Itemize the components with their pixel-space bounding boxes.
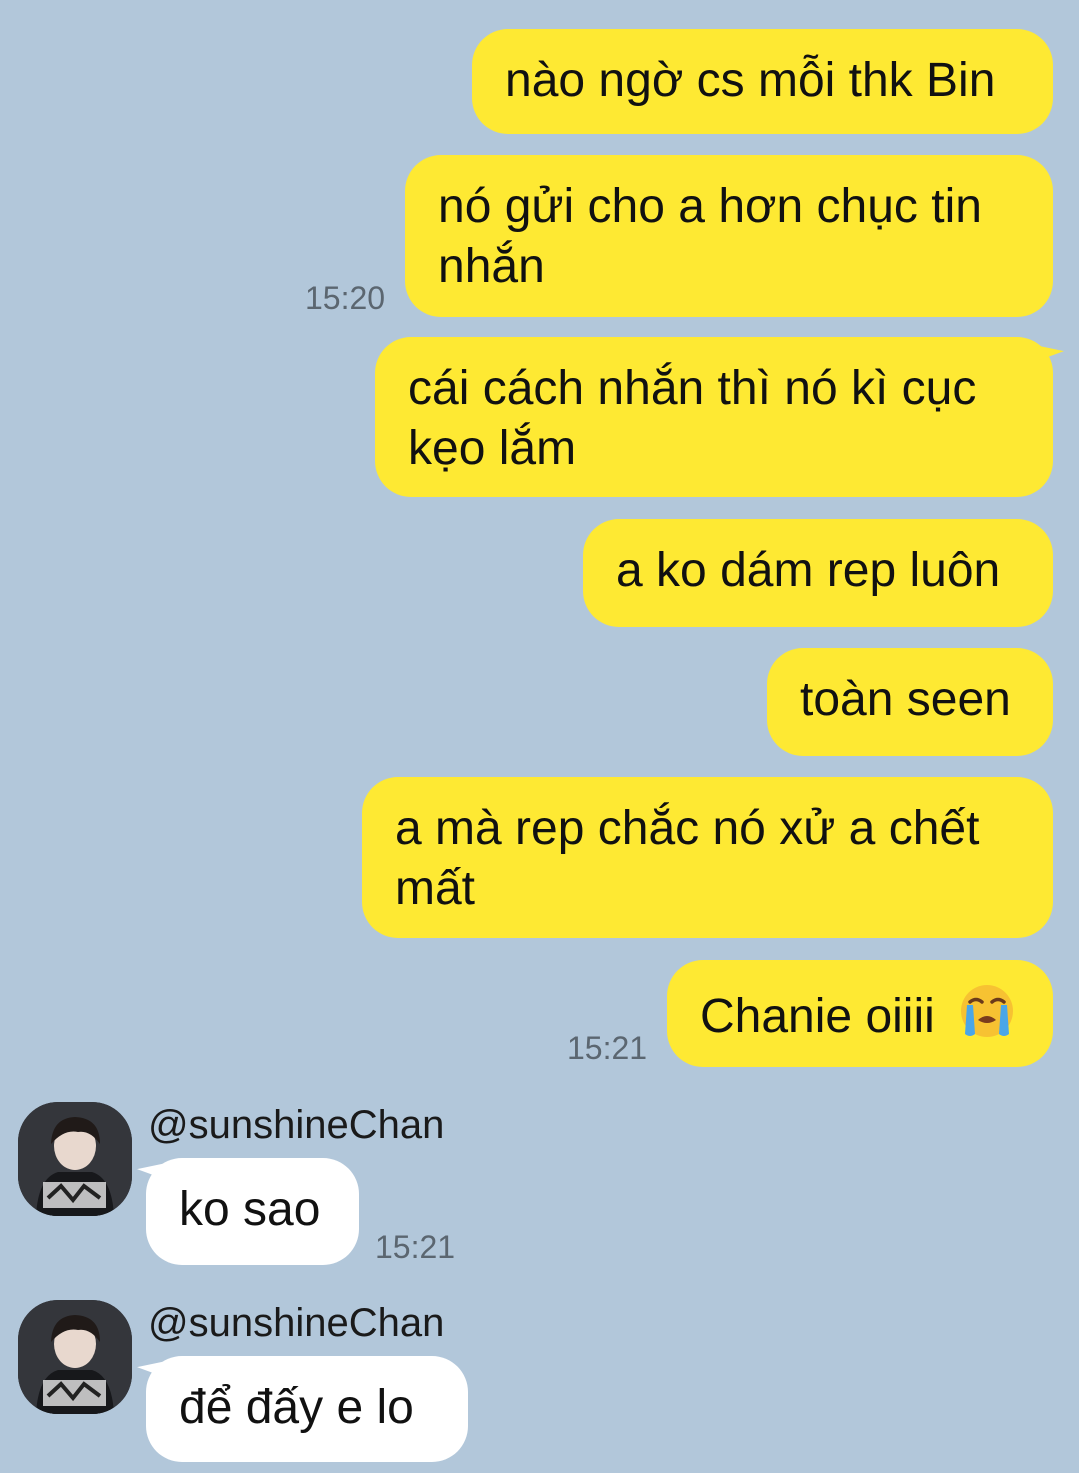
sender-name: @sunshineChan	[148, 1103, 445, 1147]
chat-conversation: nào ngờ cs mỗi thk Bin nó gửi cho a hơn …	[0, 0, 1079, 1473]
message-text: nó gửi cho a hơn chục tin nhắn	[438, 180, 982, 293]
sent-message-bubble[interactable]: Chanie oiiii	[667, 960, 1053, 1067]
sender-avatar[interactable]	[18, 1102, 132, 1216]
message-timestamp: 15:20	[305, 280, 386, 316]
message-text: a ko dám rep luôn	[616, 544, 1001, 597]
message-text: a mà rep chắc nó xử a chết mất	[395, 802, 980, 915]
message-text: ko sao	[179, 1183, 321, 1236]
received-message-bubble[interactable]: để đấy e lo	[146, 1356, 468, 1462]
sender-avatar[interactable]	[18, 1300, 132, 1414]
received-message-bubble[interactable]: ko sao	[146, 1158, 359, 1265]
sent-message-bubble[interactable]: cái cách nhắn thì nó kì cục kẹo lắm	[375, 337, 1053, 497]
sent-message-bubble[interactable]: a mà rep chắc nó xử a chết mất	[362, 777, 1053, 938]
sent-message-bubble[interactable]: a ko dám rep luôn	[583, 519, 1053, 627]
message-timestamp: 15:21	[567, 1030, 648, 1066]
bubble-tail	[1034, 336, 1064, 360]
loudly-crying-face-emoji	[958, 982, 1016, 1055]
message-text: Chanie oiiii	[700, 990, 935, 1043]
message-timestamp: 15:21	[375, 1229, 456, 1265]
message-text: cái cách nhắn thì nó kì cục kẹo lắm	[408, 362, 977, 475]
message-text: để đấy e lo	[179, 1381, 414, 1434]
sender-name: @sunshineChan	[148, 1301, 445, 1345]
sent-message-bubble[interactable]: nào ngờ cs mỗi thk Bin	[472, 29, 1053, 134]
sent-message-bubble[interactable]: toàn seen	[767, 648, 1053, 756]
sent-message-bubble[interactable]: nó gửi cho a hơn chục tin nhắn	[405, 155, 1053, 317]
message-text: toàn seen	[800, 673, 1011, 726]
message-text: nào ngờ cs mỗi thk Bin	[505, 54, 996, 107]
